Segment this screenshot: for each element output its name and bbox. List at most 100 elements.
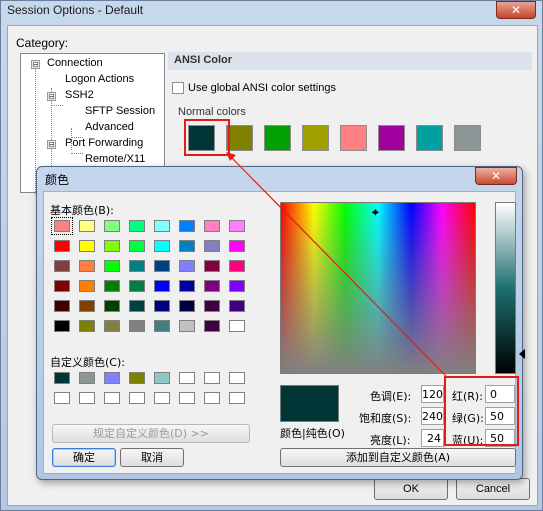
basic-color-cell[interactable] [204, 220, 220, 232]
basic-color-cell[interactable] [154, 300, 170, 312]
basic-color-cell[interactable] [179, 220, 195, 232]
custom-color-cell[interactable] [129, 372, 145, 384]
collapse-icon[interactable]: ⊟ [47, 140, 56, 149]
basic-color-cell[interactable] [154, 260, 170, 272]
custom-color-cell[interactable] [179, 372, 195, 384]
category-label: Category: [16, 36, 69, 50]
tree-connector [51, 105, 63, 106]
custom-color-cell[interactable] [154, 372, 170, 384]
custom-color-cell[interactable] [54, 392, 70, 404]
dialog-ok-button[interactable]: 确定 [52, 448, 116, 467]
collapse-icon[interactable]: ⊟ [31, 60, 40, 69]
basic-color-cell[interactable] [51, 217, 73, 235]
basic-color-cell[interactable] [104, 220, 120, 232]
custom-color-cell[interactable] [79, 372, 95, 384]
basic-color-cell[interactable] [79, 220, 95, 232]
basic-color-cell[interactable] [129, 320, 145, 332]
tree-item-remote-x11[interactable]: Remote/X11 [85, 153, 145, 165]
basic-color-cell[interactable] [179, 260, 195, 272]
normal-color-swatch[interactable] [454, 125, 481, 151]
custom-color-cell[interactable] [104, 392, 120, 404]
custom-color-cell[interactable] [104, 372, 120, 384]
basic-color-cell[interactable] [79, 240, 95, 252]
basic-color-cell[interactable] [79, 300, 95, 312]
window-close-button[interactable]: ✕ [496, 1, 536, 19]
custom-color-cell[interactable] [229, 392, 245, 404]
dialog-title: 颜色 [45, 173, 70, 187]
basic-color-cell[interactable] [104, 260, 120, 272]
basic-color-cell[interactable] [204, 300, 220, 312]
basic-color-cell[interactable] [54, 260, 70, 272]
tree-item-logon-actions[interactable]: Logon Actions [65, 73, 134, 85]
collapse-icon[interactable]: ⊟ [47, 92, 56, 101]
normal-color-swatch[interactable] [302, 125, 329, 151]
custom-color-cell[interactable] [129, 392, 145, 404]
basic-color-cell[interactable] [204, 240, 220, 252]
basic-color-cell[interactable] [229, 320, 245, 332]
basic-color-cell[interactable] [104, 300, 120, 312]
tree-item-sftp-session[interactable]: SFTP Session [85, 105, 155, 117]
basic-color-cell[interactable] [229, 300, 245, 312]
normal-color-swatch[interactable] [340, 125, 367, 151]
saturation-field[interactable]: 240 [421, 407, 444, 425]
basic-color-cell[interactable] [104, 280, 120, 292]
basic-color-cell[interactable] [104, 240, 120, 252]
hue-field[interactable]: 120 [421, 385, 444, 403]
dialog-close-button[interactable]: ✕ [475, 167, 517, 185]
basic-color-cell[interactable] [129, 220, 145, 232]
basic-color-cell[interactable] [79, 320, 95, 332]
ok-button[interactable]: OK [374, 478, 448, 500]
normal-color-swatch[interactable] [226, 125, 253, 151]
custom-color-cell[interactable] [229, 372, 245, 384]
normal-color-swatch[interactable] [416, 125, 443, 151]
tree-item-connection[interactable]: Connection [47, 57, 103, 69]
luminosity-bar[interactable] [495, 202, 516, 374]
basic-color-cell[interactable] [204, 320, 220, 332]
basic-color-cell[interactable] [179, 300, 195, 312]
luminosity-field[interactable]: 24 [421, 429, 444, 447]
color-spectrum[interactable]: ⌖ [280, 202, 476, 374]
custom-color-cell[interactable] [154, 392, 170, 404]
basic-color-cell[interactable] [104, 320, 120, 332]
basic-color-cell[interactable] [129, 240, 145, 252]
basic-color-cell[interactable] [54, 320, 70, 332]
basic-color-cell[interactable] [204, 280, 220, 292]
basic-color-cell[interactable] [129, 260, 145, 272]
tree-item-ssh2[interactable]: SSH2 [65, 89, 94, 101]
luminosity-arrow-icon[interactable] [519, 349, 525, 359]
basic-color-cell[interactable] [154, 280, 170, 292]
basic-color-cell[interactable] [154, 220, 170, 232]
basic-color-cell[interactable] [54, 300, 70, 312]
custom-color-cell[interactable] [204, 392, 220, 404]
define-custom-colors-button[interactable]: 规定自定义颜色(D) >> [52, 424, 250, 443]
use-global-ansi-checkbox[interactable] [172, 82, 184, 94]
use-global-ansi-row[interactable]: Use global ANSI color settings [172, 82, 336, 94]
tree-item-advanced[interactable]: Advanced [85, 121, 134, 133]
basic-color-cell[interactable] [229, 260, 245, 272]
basic-color-cell[interactable] [204, 260, 220, 272]
tree-item-port-forwarding[interactable]: Port Forwarding [65, 137, 143, 149]
basic-color-cell[interactable] [54, 280, 70, 292]
cancel-button[interactable]: Cancel [456, 478, 530, 500]
normal-color-swatch[interactable] [378, 125, 405, 151]
basic-color-cell[interactable] [179, 320, 195, 332]
basic-color-cell[interactable] [79, 280, 95, 292]
basic-color-cell[interactable] [179, 240, 195, 252]
custom-color-cell[interactable] [79, 392, 95, 404]
add-to-custom-colors-button[interactable]: 添加到自定义颜色(A) [280, 448, 516, 467]
normal-color-swatch[interactable] [264, 125, 291, 151]
basic-color-cell[interactable] [54, 240, 70, 252]
basic-color-cell[interactable] [229, 280, 245, 292]
basic-color-cell[interactable] [154, 320, 170, 332]
basic-color-cell[interactable] [179, 280, 195, 292]
custom-color-cell[interactable] [54, 372, 70, 384]
custom-color-cell[interactable] [204, 372, 220, 384]
custom-color-cell[interactable] [179, 392, 195, 404]
basic-color-cell[interactable] [229, 240, 245, 252]
basic-color-cell[interactable] [79, 260, 95, 272]
basic-color-cell[interactable] [229, 220, 245, 232]
dialog-cancel-button[interactable]: 取消 [120, 448, 184, 467]
basic-color-cell[interactable] [154, 240, 170, 252]
basic-color-cell[interactable] [129, 280, 145, 292]
basic-color-cell[interactable] [129, 300, 145, 312]
